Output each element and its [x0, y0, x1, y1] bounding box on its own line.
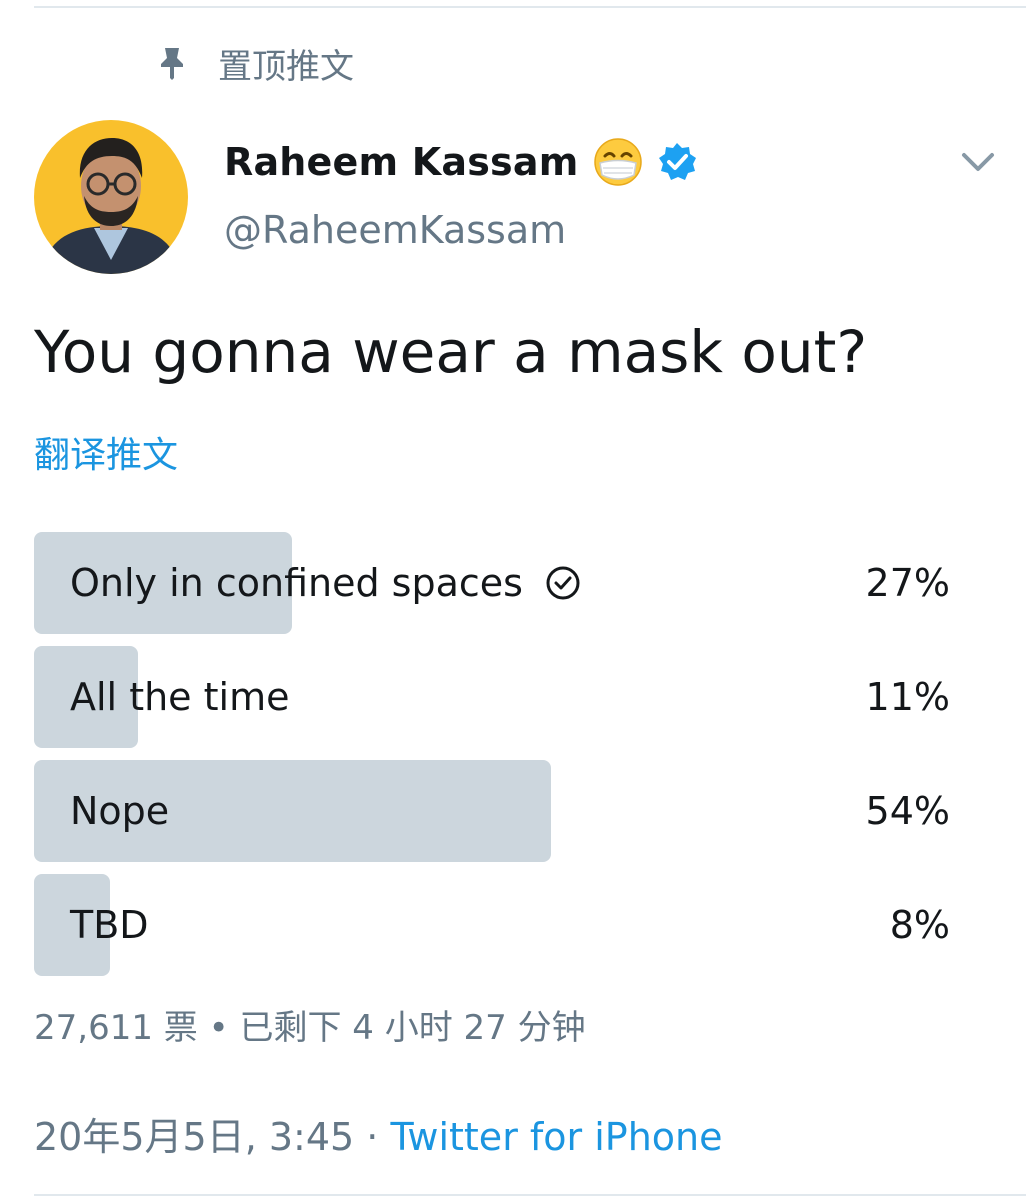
- poll-option-label: TBD: [70, 903, 149, 947]
- tweet-timestamp[interactable]: 20年5月5日, 3:45: [34, 1115, 354, 1159]
- poll-option-percent: 11%: [865, 675, 950, 719]
- tweet-source-link[interactable]: Twitter for iPhone: [390, 1115, 722, 1159]
- poll-option-label-wrap: Nope: [70, 760, 169, 862]
- chevron-down-icon[interactable]: [958, 142, 998, 182]
- poll-option-percent: 54%: [865, 789, 950, 833]
- avatar[interactable]: [34, 120, 188, 274]
- voted-check-icon: [545, 565, 581, 601]
- poll-option: Only in confined spaces 27%: [34, 532, 954, 634]
- tweet-footer: 20年5月5日, 3:45 · Twitter for iPhone: [34, 1106, 723, 1161]
- verified-badge-icon: [657, 142, 697, 182]
- translate-tweet-link[interactable]: 翻译推文: [34, 426, 178, 478]
- author-name-row[interactable]: Raheem Kassam: [224, 132, 697, 192]
- pin-icon: [156, 43, 188, 83]
- poll-option-percent: 8%: [889, 903, 950, 947]
- pinned-tweet-indicator: 置顶推文: [156, 38, 354, 88]
- poll-option: Nope 54%: [34, 760, 954, 862]
- footer-separator: ·: [354, 1115, 391, 1159]
- poll-option-label: All the time: [70, 675, 290, 719]
- top-divider: [34, 6, 1026, 8]
- poll: Only in confined spaces 27% All the time…: [34, 532, 954, 988]
- poll-option: All the time 11%: [34, 646, 954, 748]
- poll-option-label-wrap: TBD: [70, 874, 149, 976]
- poll-option-percent: 27%: [865, 561, 950, 605]
- poll-option: TBD 8%: [34, 874, 954, 976]
- poll-option-label: Only in confined spaces: [70, 561, 523, 605]
- face-with-medical-mask-icon: [593, 137, 643, 187]
- tweet-text: You gonna wear a mask out?: [34, 318, 868, 386]
- poll-option-label-wrap: All the time: [70, 646, 289, 748]
- poll-option-label: Nope: [70, 789, 170, 833]
- pinned-label: 置顶推文: [218, 46, 354, 87]
- author-display-name[interactable]: Raheem Kassam: [224, 140, 579, 184]
- author-handle[interactable]: @RaheemKassam: [224, 208, 566, 252]
- poll-vote-count-and-time-left: 27,611 票 • 已剩下 4 小时 27 分钟: [34, 1008, 586, 1048]
- bottom-divider: [34, 1194, 1026, 1196]
- poll-option-label-wrap: Only in confined spaces: [70, 532, 581, 634]
